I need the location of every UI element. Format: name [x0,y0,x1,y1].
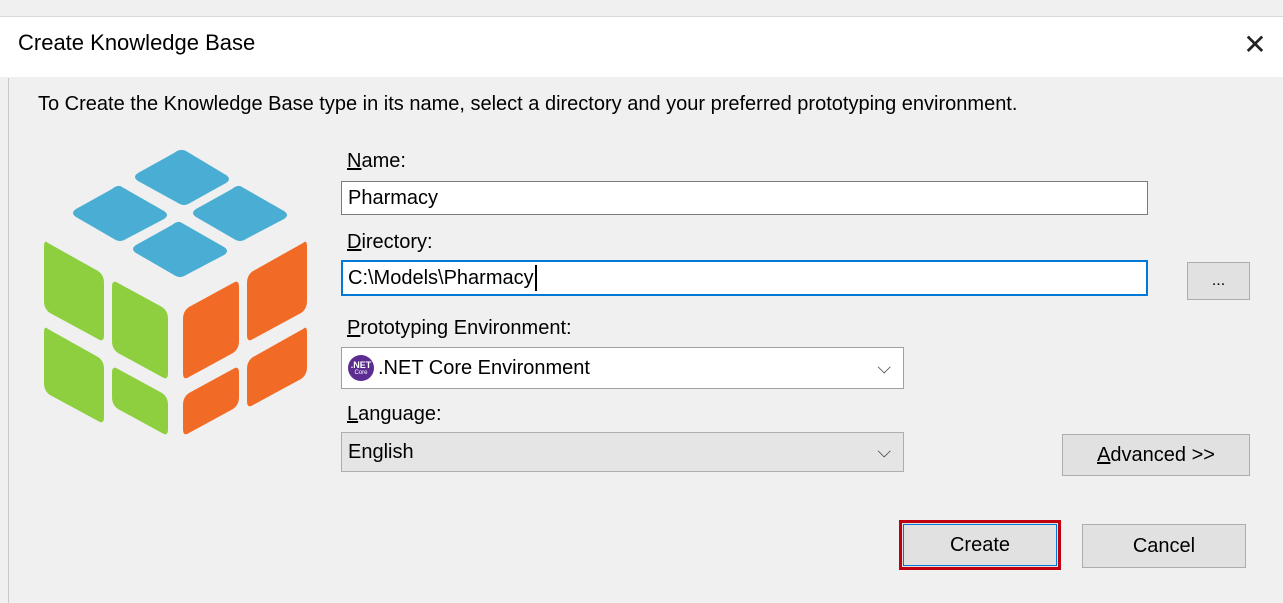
name-label-accesskey: N [347,150,362,172]
create-button-focus-ring [903,524,1057,566]
dotnet-icon-top: .NET [350,359,372,370]
name-input[interactable]: Pharmacy [341,181,1148,215]
environment-select[interactable]: .NET Core .NET Core Environment ⌵ [341,347,904,389]
language-select-value: English [348,440,414,463]
language-label-accesskey: L [347,403,359,425]
chevron-down-icon: ⌵ [877,357,891,378]
environment-label-accesskey: P [347,317,361,339]
language-select[interactable]: English ⌵ [341,432,904,472]
environment-label-text: rototyping Environment: [360,317,572,339]
language-label-text: anguage: [358,403,442,425]
directory-label: Directory: [347,231,433,254]
directory-input[interactable]: C:\Models\Pharmacy [341,260,1148,296]
chevron-down-icon: ⌵ [877,441,891,462]
name-label: Name: [347,150,406,173]
advanced-button-label: dvanced >> [1110,443,1215,466]
instructions-text: To Create the Knowledge Base type in its… [38,93,1018,115]
name-label-text: ame: [361,150,406,172]
dialog-title: Create Knowledge Base [18,30,256,55]
create-knowledge-base-dialog: Create Knowledge Base ✕ To Create the Kn… [0,0,1283,603]
browse-directory-button[interactable]: ... [1187,262,1250,300]
dotnet-icon-bottom: Core [354,369,368,376]
left-border [8,78,9,603]
dotnet-core-icon: .NET Core [348,355,374,381]
advanced-accesskey: A [1097,443,1111,466]
directory-label-accesskey: D [347,231,362,253]
directory-label-text: irectory: [361,231,433,253]
environment-select-value: .NET Core Environment [378,356,590,379]
rubiks-cube-icon [44,149,307,435]
create-button[interactable]: Create [899,520,1061,570]
text-caret [534,265,537,291]
environment-label: Prototyping Environment: [347,317,572,340]
directory-input-value: C:\Models\Pharmacy [348,266,534,289]
language-label: Language: [347,403,442,426]
name-input-value: Pharmacy [348,186,439,209]
cancel-button[interactable]: Cancel [1082,524,1246,568]
close-icon[interactable]: ✕ [1233,22,1277,66]
advanced-button[interactable]: Advanced >> [1062,434,1250,476]
